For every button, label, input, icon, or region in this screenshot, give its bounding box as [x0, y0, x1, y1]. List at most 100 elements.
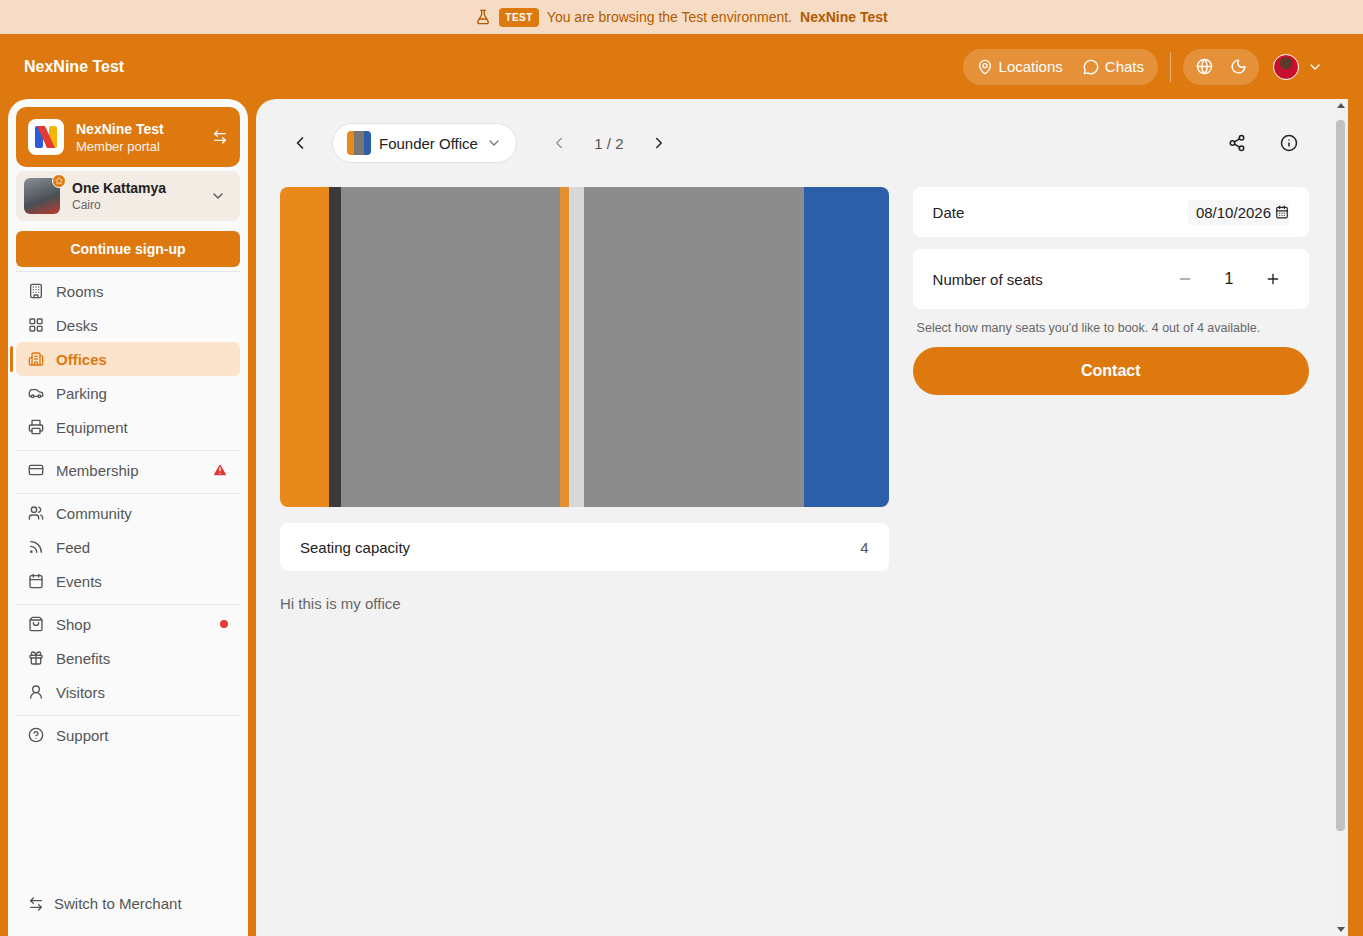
chevron-left-icon	[550, 134, 568, 152]
share-icon	[1228, 134, 1246, 152]
sidebar-item[interactable]: Shop	[16, 607, 240, 641]
scroll-down-icon[interactable]	[1337, 927, 1345, 932]
office-detail: Founder Office 1 / 2 Seating capacity 4 Hi t…	[256, 99, 1333, 936]
increment-button[interactable]	[1257, 263, 1289, 295]
language-button[interactable]	[1189, 52, 1219, 82]
location-text: One KattamyaCairo	[72, 180, 198, 212]
header-nav-button[interactable]: Locations	[969, 52, 1071, 82]
next-button[interactable]	[639, 123, 679, 163]
header-nav-button[interactable]: Chats	[1075, 52, 1152, 82]
header-tools	[1183, 49, 1259, 85]
info-button[interactable]	[1269, 123, 1309, 163]
header-nav: LocationsChats	[963, 49, 1158, 85]
top-bar: NexNine Test LocationsChats	[0, 34, 1363, 99]
calendar-icon	[1275, 205, 1289, 219]
seat-count: 1	[1217, 270, 1241, 288]
star-icon	[55, 177, 63, 185]
notification-dot	[220, 620, 228, 628]
nav-icon	[28, 684, 44, 700]
sidebar-item[interactable]: Support	[16, 718, 240, 752]
chevron-down-icon	[1307, 59, 1323, 75]
globe-icon	[1196, 58, 1213, 75]
org-name: NexNine Test	[76, 121, 200, 137]
office-select[interactable]: Founder Office	[332, 123, 517, 163]
nav-group: RoomsDesksOfficesParkingEquipment	[16, 271, 240, 446]
sidebar-item[interactable]: Feed	[16, 530, 240, 564]
switch-to-merchant[interactable]: Switch to Merchant	[16, 895, 240, 928]
sidebar-item[interactable]: Equipment	[16, 410, 240, 444]
location-city: Cairo	[72, 198, 198, 212]
plus-icon	[1265, 271, 1281, 287]
org-logo	[28, 119, 64, 155]
sidebar-item[interactable]: Visitors	[16, 675, 240, 709]
flask-icon	[475, 9, 491, 25]
scroll-track	[1333, 112, 1348, 923]
nav-icon	[28, 505, 44, 521]
nexnine-logo-icon	[33, 124, 59, 150]
continue-signup-button[interactable]: Continue sign-up	[16, 231, 240, 267]
capacity-label: Seating capacity	[300, 539, 410, 556]
detail-columns: Seating capacity 4 Hi this is my office Dat…	[280, 187, 1309, 612]
moon-icon	[1230, 58, 1247, 75]
capacity-card: Seating capacity 4	[280, 523, 889, 571]
theme-button[interactable]	[1223, 52, 1253, 82]
user-avatar	[1273, 54, 1299, 80]
office-description: Hi this is my office	[280, 595, 889, 612]
sidebar-item[interactable]: Rooms	[16, 274, 240, 308]
sidebar-item[interactable]: Membership	[16, 453, 240, 487]
office-thumbnail	[347, 131, 371, 155]
main-panel: Founder Office 1 / 2 Seating capacity 4 Hi t…	[256, 99, 1348, 936]
capacity-value: 4	[860, 539, 868, 556]
prev-button[interactable]	[539, 123, 579, 163]
sidebar-item[interactable]: Community	[16, 496, 240, 530]
page-body: NexNine Test Member portal One KattamyaCai…	[0, 99, 1363, 936]
test-badge: TEST	[499, 8, 539, 27]
nav-icon	[28, 616, 44, 632]
nav-icon	[28, 351, 44, 367]
nav-group: Membership	[16, 450, 240, 489]
pager: 1 / 2	[539, 123, 679, 163]
seats-label: Number of seats	[933, 271, 1043, 288]
office-photo	[280, 187, 889, 507]
nav-icon	[28, 283, 44, 299]
location-badge	[52, 174, 66, 188]
date-input[interactable]: 08/10/2026	[1188, 200, 1289, 225]
scroll-thumb[interactable]	[1336, 120, 1345, 831]
toolbar: Founder Office 1 / 2	[280, 123, 1309, 163]
nav-group: ShopBenefitsVisitors	[16, 604, 240, 711]
user-menu[interactable]	[1273, 54, 1323, 80]
sidebar-item[interactable]: Offices	[16, 342, 240, 376]
switch-icon	[212, 129, 228, 145]
chevron-left-icon	[290, 133, 310, 153]
back-button[interactable]	[280, 123, 320, 163]
location-selector[interactable]: One KattamyaCairo	[16, 171, 240, 221]
contact-button[interactable]: Contact	[913, 347, 1309, 395]
sidebar-item[interactable]: Events	[16, 564, 240, 598]
header-divider	[1170, 52, 1171, 82]
sidebar-item[interactable]: Benefits	[16, 641, 240, 675]
nav-group: Support	[16, 715, 240, 754]
nav-icon	[28, 573, 44, 589]
scroll-up-icon[interactable]	[1337, 103, 1345, 108]
seats-hint: Select how many seats you'd like to book…	[917, 321, 1309, 335]
nav-icon	[28, 650, 44, 666]
scrollbar[interactable]	[1333, 99, 1348, 936]
pager-text: 1 / 2	[589, 135, 629, 152]
org-subtitle: Member portal	[76, 139, 200, 154]
org-card[interactable]: NexNine Test Member portal	[16, 107, 240, 167]
sidebar-item[interactable]: Parking	[16, 376, 240, 410]
brand[interactable]: NexNine Test	[24, 58, 124, 76]
date-label: Date	[933, 204, 965, 221]
nav-icon	[28, 419, 44, 435]
chevron-down-icon	[210, 188, 226, 204]
office-info: Seating capacity 4 Hi this is my office	[280, 187, 889, 612]
sidebar-item[interactable]: Desks	[16, 308, 240, 342]
decrement-button[interactable]	[1169, 263, 1201, 295]
chevron-down-icon	[486, 135, 502, 151]
nav-icon	[28, 462, 44, 478]
date-card: Date 08/10/2026	[913, 187, 1309, 237]
share-button[interactable]	[1217, 123, 1257, 163]
warning-icon	[212, 462, 228, 478]
map-pin-icon	[977, 59, 993, 75]
banner-environment: NexNine Test	[800, 9, 888, 25]
